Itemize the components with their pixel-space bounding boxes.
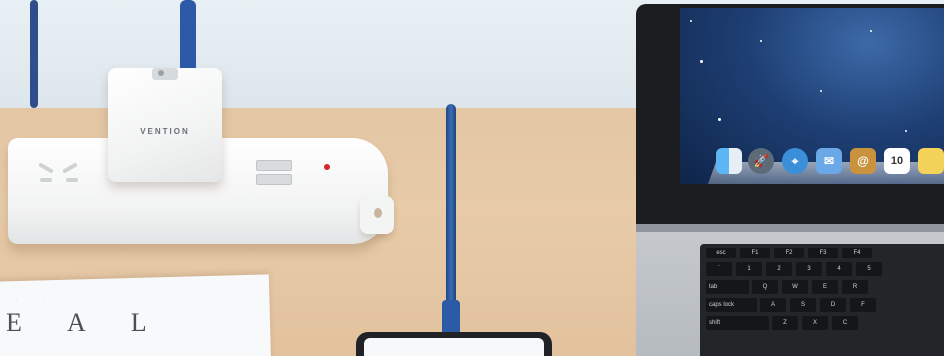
key-f3: F3 — [808, 248, 838, 258]
key-1: 1 — [736, 262, 762, 276]
paper-lettering: E A L — [6, 308, 167, 337]
key-q: Q — [752, 280, 778, 294]
key-w: W — [782, 280, 808, 294]
mail-icon: ✉ — [816, 148, 842, 174]
finder-icon — [716, 148, 742, 174]
charger-indicator — [158, 70, 164, 76]
key-x: X — [802, 316, 828, 330]
key-5: 5 — [856, 262, 882, 276]
key-shift: shift — [706, 316, 769, 330]
key-a: A — [760, 298, 786, 312]
paper-fine-print: · · · · · · — [16, 298, 66, 304]
key-f: F — [850, 298, 876, 312]
smartphone-screen — [364, 338, 544, 356]
power-indicator-led — [324, 164, 330, 170]
key-f1: F1 — [740, 248, 770, 258]
charger-brand-logo: VENTION — [140, 127, 190, 136]
key-r: R — [842, 280, 868, 294]
star — [690, 20, 692, 22]
usb-port — [256, 174, 292, 185]
key-3: 3 — [796, 262, 822, 276]
key-e: E — [812, 280, 838, 294]
key-c: C — [832, 316, 858, 330]
product-photo: VENTION · · · · · · E A L 🚀 ⌖ ✉ @ 10 esc… — [0, 0, 944, 356]
key-d: D — [820, 298, 846, 312]
charger-usb-port — [152, 68, 178, 80]
star — [760, 40, 762, 42]
key-4: 4 — [826, 262, 852, 276]
cable-connector — [442, 300, 460, 336]
star — [700, 60, 703, 63]
safari-icon: ⌖ — [782, 148, 808, 174]
usb-charger — [108, 68, 222, 182]
outlet-slot — [66, 178, 78, 182]
outlet-slot — [40, 178, 52, 182]
key-caps-lock: caps lock — [706, 298, 757, 312]
star — [870, 30, 872, 32]
launchpad-icon: 🚀 — [748, 148, 774, 174]
key-tab: tab — [706, 280, 749, 294]
notes-icon — [918, 148, 944, 174]
calendar-icon: 10 — [884, 148, 910, 174]
laptop-hinge — [636, 224, 944, 232]
contacts-icon: @ — [850, 148, 876, 174]
key-f2: F2 — [774, 248, 804, 258]
blue-cable-left — [30, 0, 38, 108]
blue-cable-charger — [180, 0, 196, 76]
key-backtick: ` — [706, 262, 732, 276]
star — [820, 90, 822, 92]
key-s: S — [790, 298, 816, 312]
key-z: Z — [772, 316, 798, 330]
usb-port — [256, 160, 292, 171]
calendar-day: 10 — [890, 155, 904, 167]
key-esc: esc — [706, 248, 736, 258]
key-f4: F4 — [842, 248, 872, 258]
star — [718, 118, 721, 121]
star — [905, 130, 907, 132]
key-2: 2 — [766, 262, 792, 276]
power-strip-hanger — [360, 196, 394, 234]
